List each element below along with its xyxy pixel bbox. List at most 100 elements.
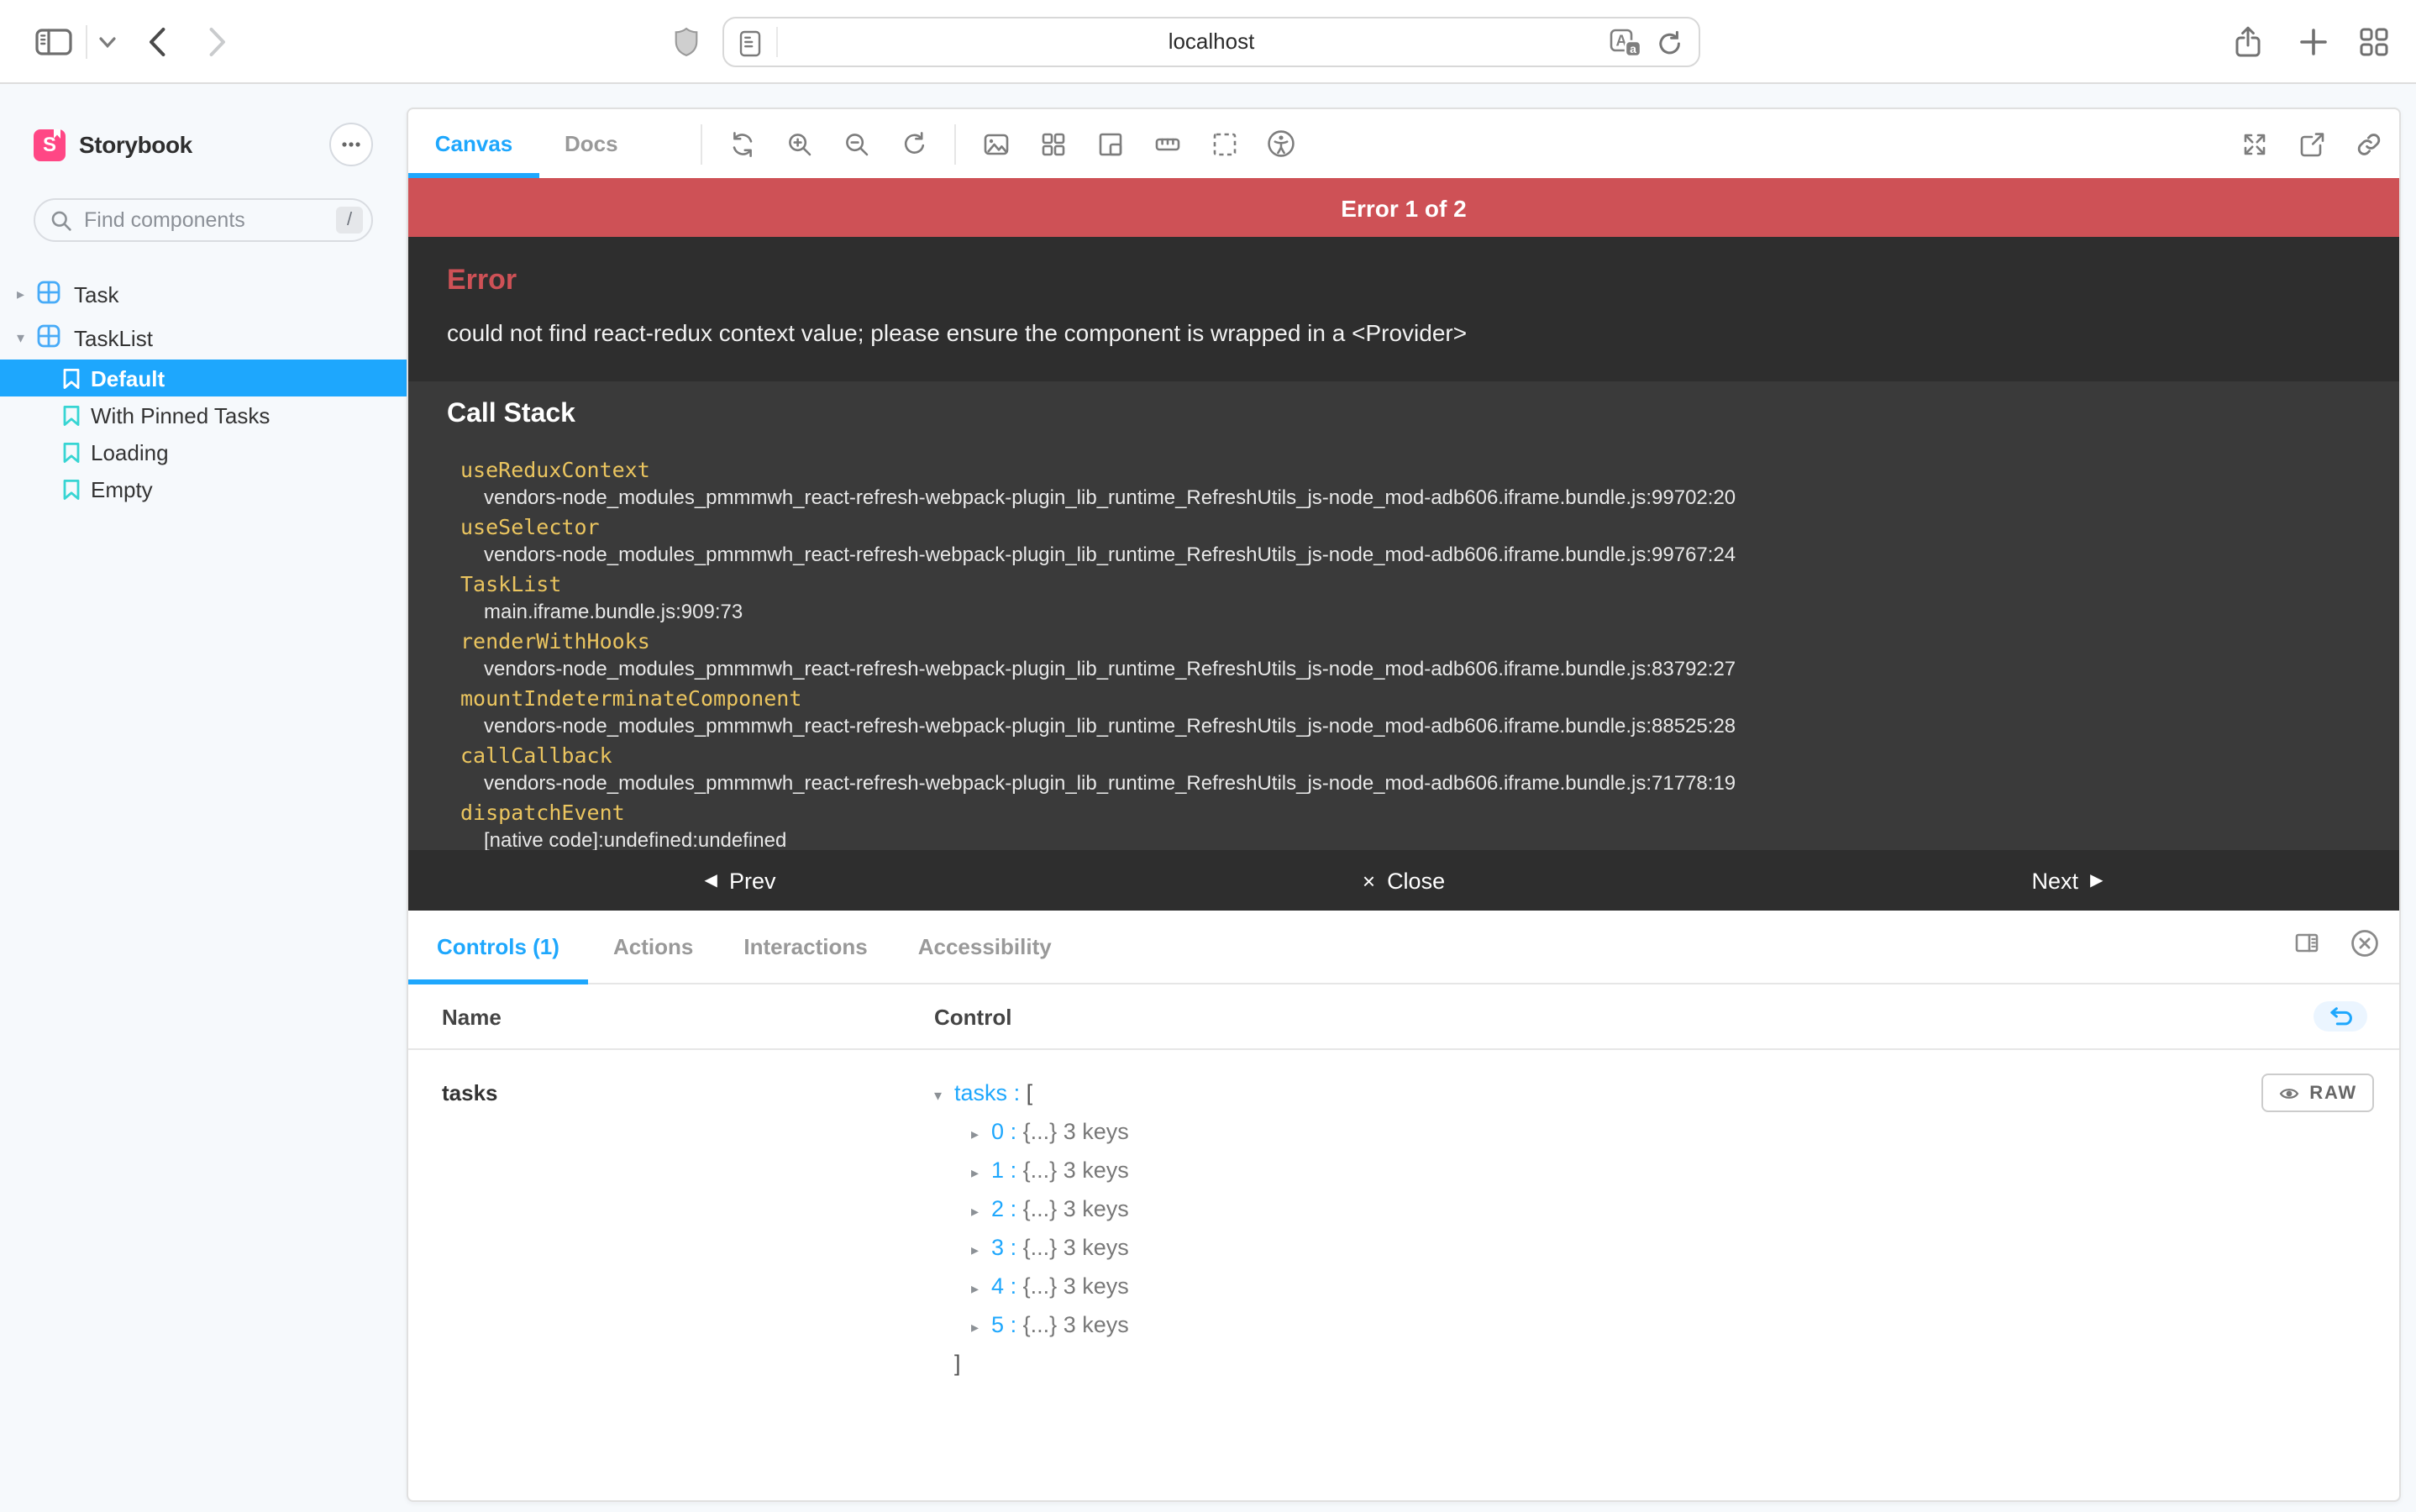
- tab-controls[interactable]: Controls (1): [408, 911, 588, 983]
- app-title: Storybook: [79, 131, 192, 158]
- sidebar-toggle-icon[interactable]: [35, 29, 72, 55]
- call-stack-section: Call Stack useReduxContext vendors-node_…: [408, 381, 2399, 850]
- tab-docs[interactable]: Docs: [539, 109, 643, 178]
- sidebar-story-with-pinned-tasks[interactable]: With Pinned Tasks: [0, 396, 407, 433]
- call-stack-title: Call Stack: [447, 398, 2359, 432]
- tab-interactions[interactable]: Interactions: [718, 911, 892, 983]
- frame-location: main.iframe.bundle.js:909:73: [447, 598, 2359, 625]
- toolbar-right-icons: [2214, 127, 2386, 160]
- url-bar[interactable]: localhost A a: [722, 17, 1700, 67]
- tree-close-bracket: ]: [954, 1351, 961, 1376]
- caret-right-icon[interactable]: ▸: [971, 1270, 991, 1307]
- chevron-down-icon[interactable]: [99, 37, 116, 49]
- tree-item-index[interactable]: 1: [991, 1158, 1004, 1183]
- outline-icon[interactable]: [1208, 127, 1242, 160]
- frame-function: useReduxContext: [447, 455, 2359, 484]
- copy-link-icon[interactable]: [2352, 127, 2386, 160]
- frame-location: vendors-node_modules_pmmmwh_react-refres…: [447, 769, 2359, 796]
- privacy-shield-icon[interactable]: [674, 27, 699, 57]
- share-icon[interactable]: [2230, 24, 2266, 60]
- next-error-button[interactable]: Next ▶: [1736, 850, 2399, 911]
- caret-right-icon[interactable]: ▸: [971, 1193, 991, 1230]
- zoom-reset-icon[interactable]: [897, 127, 931, 160]
- frame-function: renderWithHooks: [447, 627, 2359, 655]
- frame-function: TaskList: [447, 570, 2359, 598]
- frame-location: vendors-node_modules_pmmmwh_react-refres…: [447, 712, 2359, 739]
- new-tab-icon[interactable]: [2298, 27, 2329, 57]
- caret-right-icon[interactable]: ▸: [971, 1116, 991, 1152]
- tab-canvas[interactable]: Canvas: [408, 109, 539, 178]
- stack-frame: dispatchEvent [native code]:undefined:un…: [447, 798, 2359, 850]
- reload-icon[interactable]: [1657, 29, 1683, 56]
- measure-icon[interactable]: [1151, 127, 1184, 160]
- story-label: With Pinned Tasks: [91, 402, 270, 428]
- tree-item-row[interactable]: ▸1 : {...} 3 keys: [934, 1152, 1129, 1191]
- raw-toggle-button[interactable]: RAW: [2261, 1074, 2374, 1112]
- bookmark-icon: [62, 441, 81, 463]
- controls-table-header: Name Control: [408, 984, 2399, 1050]
- bookmark-icon: [62, 404, 81, 426]
- tree-item-row[interactable]: ▸5 : {...} 3 keys: [934, 1307, 1129, 1346]
- prev-arrow-icon: ◀: [705, 871, 717, 890]
- search-icon: [50, 209, 72, 231]
- open-new-tab-icon[interactable]: [2295, 127, 2329, 160]
- sidebar-item-task[interactable]: ▸ Task: [0, 272, 407, 316]
- close-x-icon: ×: [1363, 868, 1375, 893]
- tree-item-index[interactable]: 0: [991, 1119, 1004, 1144]
- background-icon[interactable]: [980, 127, 1013, 160]
- tree-root-key[interactable]: tasks: [954, 1080, 1007, 1105]
- forward-button[interactable]: [208, 27, 227, 57]
- sidebar-story-empty[interactable]: Empty: [0, 470, 407, 507]
- error-header: Error could not find react-redux context…: [408, 237, 2399, 381]
- reset-controls-button[interactable]: [2314, 1001, 2367, 1032]
- tree-item-index[interactable]: 3: [991, 1235, 1004, 1260]
- url-text[interactable]: localhost: [724, 18, 1699, 66]
- tab-overview-icon[interactable]: [2359, 27, 2389, 57]
- tree-item-index[interactable]: 2: [991, 1196, 1004, 1221]
- tree-close-row: ]: [934, 1346, 1129, 1383]
- toolbar-divider: [701, 123, 702, 164]
- translate-icon[interactable]: A a: [1610, 29, 1643, 59]
- sidebar-story-loading[interactable]: Loading: [0, 433, 407, 470]
- tab-accessibility[interactable]: Accessibility: [893, 911, 1077, 983]
- caret-right-icon[interactable]: ▸: [971, 1309, 991, 1346]
- accessibility-icon[interactable]: [1265, 127, 1299, 160]
- remount-icon[interactable]: [726, 127, 759, 160]
- caret-right-icon[interactable]: ▸: [17, 285, 34, 303]
- zoom-out-icon[interactable]: [840, 127, 874, 160]
- tab-actions[interactable]: Actions: [588, 911, 718, 983]
- panel-position-icon[interactable]: [2293, 929, 2320, 964]
- tree-item-index[interactable]: 4: [991, 1273, 1004, 1299]
- fullscreen-icon[interactable]: [2238, 127, 2272, 160]
- frame-location: [native code]:undefined:undefined: [447, 827, 2359, 850]
- tree-item-row[interactable]: ▸2 : {...} 3 keys: [934, 1191, 1129, 1230]
- caret-down-icon[interactable]: ▾: [17, 328, 34, 347]
- tree-item-preview: {...}: [1023, 1312, 1058, 1337]
- hide-addons-icon[interactable]: [2350, 928, 2379, 965]
- tasks-json-tree: ▾tasks : [ ▸0 : {...} 3 keys ▸1 : {...} …: [934, 1075, 1129, 1383]
- tree-item-row[interactable]: ▸0 : {...} 3 keys: [934, 1114, 1129, 1152]
- zoom-in-icon[interactable]: [783, 127, 817, 160]
- sidebar-item-label: TaskList: [74, 325, 153, 350]
- tree-item-keys: 3 keys: [1064, 1235, 1129, 1260]
- tree-item-row[interactable]: ▸3 : {...} 3 keys: [934, 1230, 1129, 1268]
- tree-item-keys: 3 keys: [1064, 1119, 1129, 1144]
- grid-icon[interactable]: [1037, 127, 1070, 160]
- browser-chrome: localhost A a: [0, 0, 2416, 84]
- caret-right-icon[interactable]: ▸: [971, 1154, 991, 1191]
- viewport-icon[interactable]: [1094, 127, 1127, 160]
- tree-item-row[interactable]: ▸4 : {...} 3 keys: [934, 1268, 1129, 1307]
- sidebar-menu-button[interactable]: [329, 123, 373, 166]
- close-overlay-button[interactable]: × Close: [1072, 850, 1736, 911]
- sidebar-story-default[interactable]: Default: [0, 360, 407, 396]
- tree-item-index[interactable]: 5: [991, 1312, 1004, 1337]
- caret-right-icon[interactable]: ▸: [971, 1231, 991, 1268]
- back-button[interactable]: [148, 27, 166, 57]
- sidebar-item-tasklist[interactable]: ▾ TaskList: [0, 316, 407, 360]
- tree-root-row[interactable]: ▾tasks : [: [934, 1075, 1129, 1114]
- sidebar-item-label: Task: [74, 281, 118, 307]
- search-input[interactable]: Find components /: [34, 198, 373, 242]
- caret-down-icon[interactable]: ▾: [934, 1077, 954, 1114]
- prev-error-button[interactable]: ◀ Prev: [408, 850, 1072, 911]
- search-placeholder: Find components: [84, 208, 336, 232]
